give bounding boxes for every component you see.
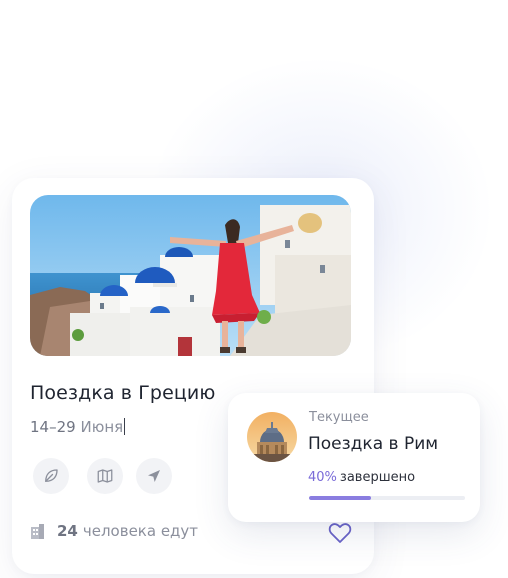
leaf-button[interactable]	[33, 458, 69, 494]
leaf-icon	[45, 469, 58, 482]
stage: Поездка в Грецию 14–29 Июня 24 человека …	[0, 0, 508, 578]
map-icon	[97, 469, 113, 483]
current-trip-avatar	[247, 412, 297, 462]
progress-status: завершено	[339, 470, 416, 485]
progress-percent: 40%	[308, 470, 337, 485]
current-trip-label: Текущее	[309, 410, 369, 425]
building-icon	[31, 524, 44, 539]
heart-icon[interactable]	[328, 522, 352, 544]
map-button[interactable]	[87, 458, 123, 494]
current-trip-title: Поездка в Рим	[308, 434, 439, 454]
trip-photo-santorini	[30, 195, 351, 356]
trip-dates-month: Июня	[80, 418, 124, 436]
progress-text: 40% завершено	[308, 470, 415, 485]
trip-dates-range: 14–29	[30, 418, 76, 436]
send-icon	[148, 470, 160, 482]
trip-title: Поездка в Грецию	[30, 382, 216, 404]
progress-bar	[309, 496, 465, 500]
current-trip-card[interactable]: Текущее Поездка в Рим 40% завершено	[228, 393, 480, 522]
travelers-info: 24 человека едут	[30, 522, 198, 540]
progress-bar-fill	[309, 496, 372, 500]
trip-dates: 14–29 Июня	[30, 418, 126, 436]
travelers-count: 24	[57, 522, 78, 540]
send-button[interactable]	[136, 458, 172, 494]
travelers-label: человека едут	[82, 522, 199, 540]
text-cursor	[124, 418, 126, 435]
